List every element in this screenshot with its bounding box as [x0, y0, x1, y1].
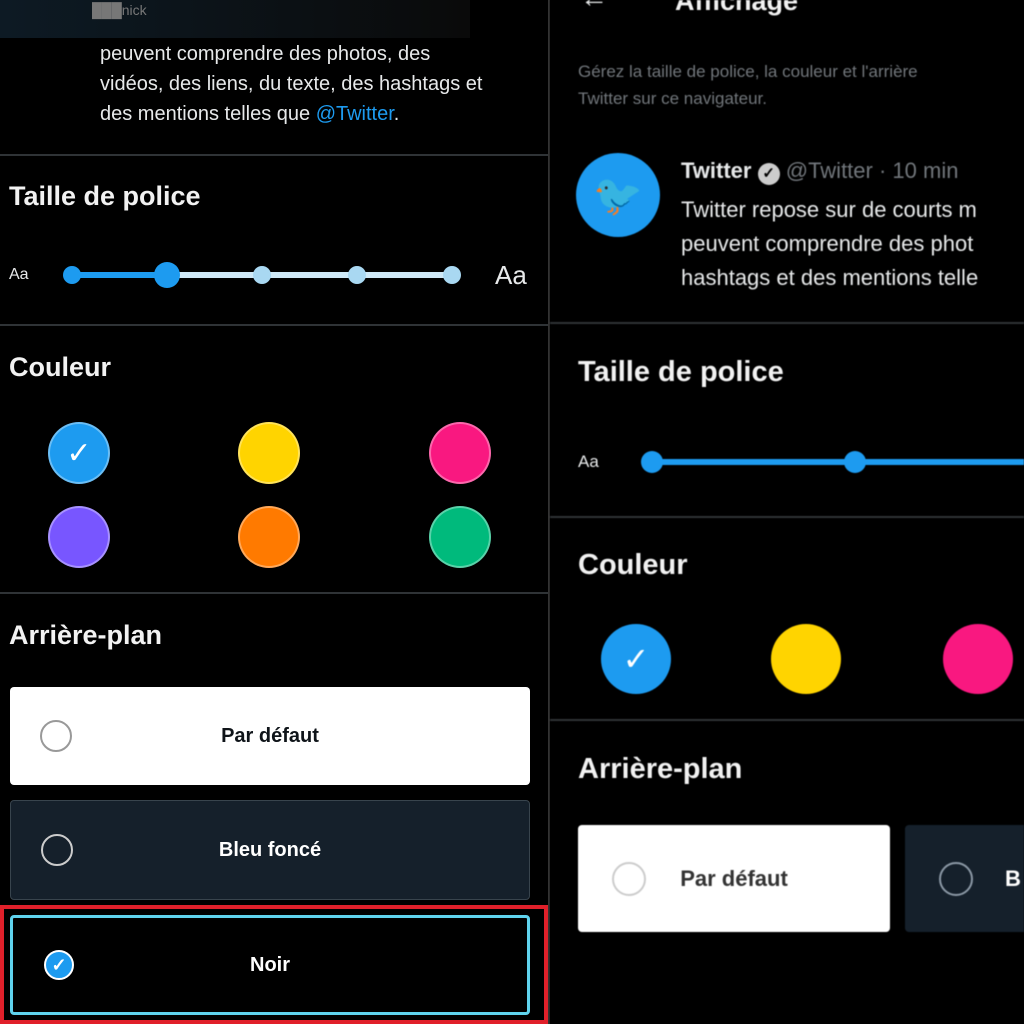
radio[interactable] — [41, 834, 73, 866]
radio[interactable] — [612, 861, 646, 896]
verified-icon: ✓ — [757, 163, 780, 185]
font-small-label: Aa — [9, 266, 29, 283]
mention-link[interactable]: @Twitter — [316, 103, 394, 125]
tweet-name: Twitter ✓ @Twitter · 10 min — [681, 158, 958, 185]
font-large-label: Aa — [495, 260, 527, 290]
option-label: Noir — [250, 953, 290, 976]
header-blur — [0, 0, 470, 38]
tweet-line: hashtags et des mentions telle — [681, 265, 979, 290]
slider-step[interactable] — [253, 266, 271, 284]
font-size-slider-track[interactable] — [652, 459, 1024, 465]
color-option[interactable] — [943, 624, 1013, 694]
divider — [0, 154, 548, 156]
slider-step[interactable] — [348, 266, 366, 284]
period: . — [393, 103, 400, 125]
background-title: Arrière-plan — [578, 753, 743, 785]
check-radio-icon[interactable]: ✓ — [44, 950, 74, 980]
slider-step[interactable] — [63, 266, 81, 284]
background-dim[interactable]: Bleu foncé — [10, 800, 530, 900]
font-size-title: Taille de police — [578, 356, 784, 388]
radio[interactable] — [40, 720, 72, 752]
back-arrow-icon[interactable]: ← — [580, 0, 608, 14]
page-title: Affichage — [675, 0, 799, 16]
divider — [550, 719, 1024, 721]
tweet-line: Twitter repose sur de courts m — [681, 197, 977, 222]
slider-step[interactable] — [641, 451, 663, 473]
color-option[interactable]: ✓ — [48, 422, 110, 484]
color-title: Couleur — [9, 352, 112, 382]
option-label: Bleu foncé — [218, 838, 322, 861]
color-option[interactable]: ✓ — [601, 624, 671, 694]
background-default[interactable]: Par défaut — [10, 687, 530, 785]
option-label: Par défaut — [680, 865, 788, 891]
name: Twitter — [681, 158, 752, 183]
tweet-line: peuvent comprendre des phot — [681, 231, 974, 256]
background-default[interactable]: Par défaut — [578, 825, 890, 932]
description: Twitter sur ce navigateur. — [578, 89, 767, 108]
bird-icon: 🐦 — [593, 173, 643, 218]
divider — [0, 324, 548, 326]
right-panel: ← Affichage Gérez la taille de police, l… — [550, 0, 1024, 1024]
divider — [0, 592, 548, 594]
tweet-handle: @Twitter · 10 min — [785, 158, 959, 183]
slider-thumb[interactable] — [154, 262, 180, 288]
font-size-title: Taille de police — [9, 181, 201, 211]
font-small-label: Aa — [578, 452, 599, 471]
slider-step[interactable] — [443, 266, 461, 284]
left-panel: ███nick peuvent comprendre des photos, d… — [0, 0, 548, 1024]
background-black[interactable]: ✓ Noir — [10, 915, 530, 1015]
color-option[interactable] — [238, 422, 300, 484]
tweet-line: peuvent comprendre des photos, des — [100, 43, 431, 65]
option-label: Par défaut — [221, 724, 319, 747]
color-option[interactable] — [429, 422, 491, 484]
background-title: Arrière-plan — [9, 620, 163, 650]
color-title: Couleur — [578, 549, 688, 581]
tweet-line: vidéos, des liens, du texte, des hashtag… — [100, 73, 483, 95]
radio[interactable] — [939, 861, 973, 896]
description: Gérez la taille de police, la couleur et… — [578, 62, 918, 81]
username: ███nick — [92, 2, 147, 18]
slider-fill — [72, 272, 167, 278]
twitter-avatar: 🐦 — [576, 153, 660, 237]
divider — [550, 322, 1024, 324]
color-option[interactable] — [48, 506, 110, 568]
background-dim[interactable]: B — [905, 825, 1024, 932]
divider — [550, 516, 1024, 518]
tweet-line: des mentions telles que @Twitter. — [100, 103, 399, 126]
slider-thumb[interactable] — [844, 451, 866, 473]
color-option[interactable] — [429, 506, 491, 568]
color-option[interactable] — [771, 624, 841, 694]
color-option[interactable] — [238, 506, 300, 568]
tweet-text: des mentions telles que — [100, 103, 316, 125]
option-label: B — [1005, 865, 1021, 891]
